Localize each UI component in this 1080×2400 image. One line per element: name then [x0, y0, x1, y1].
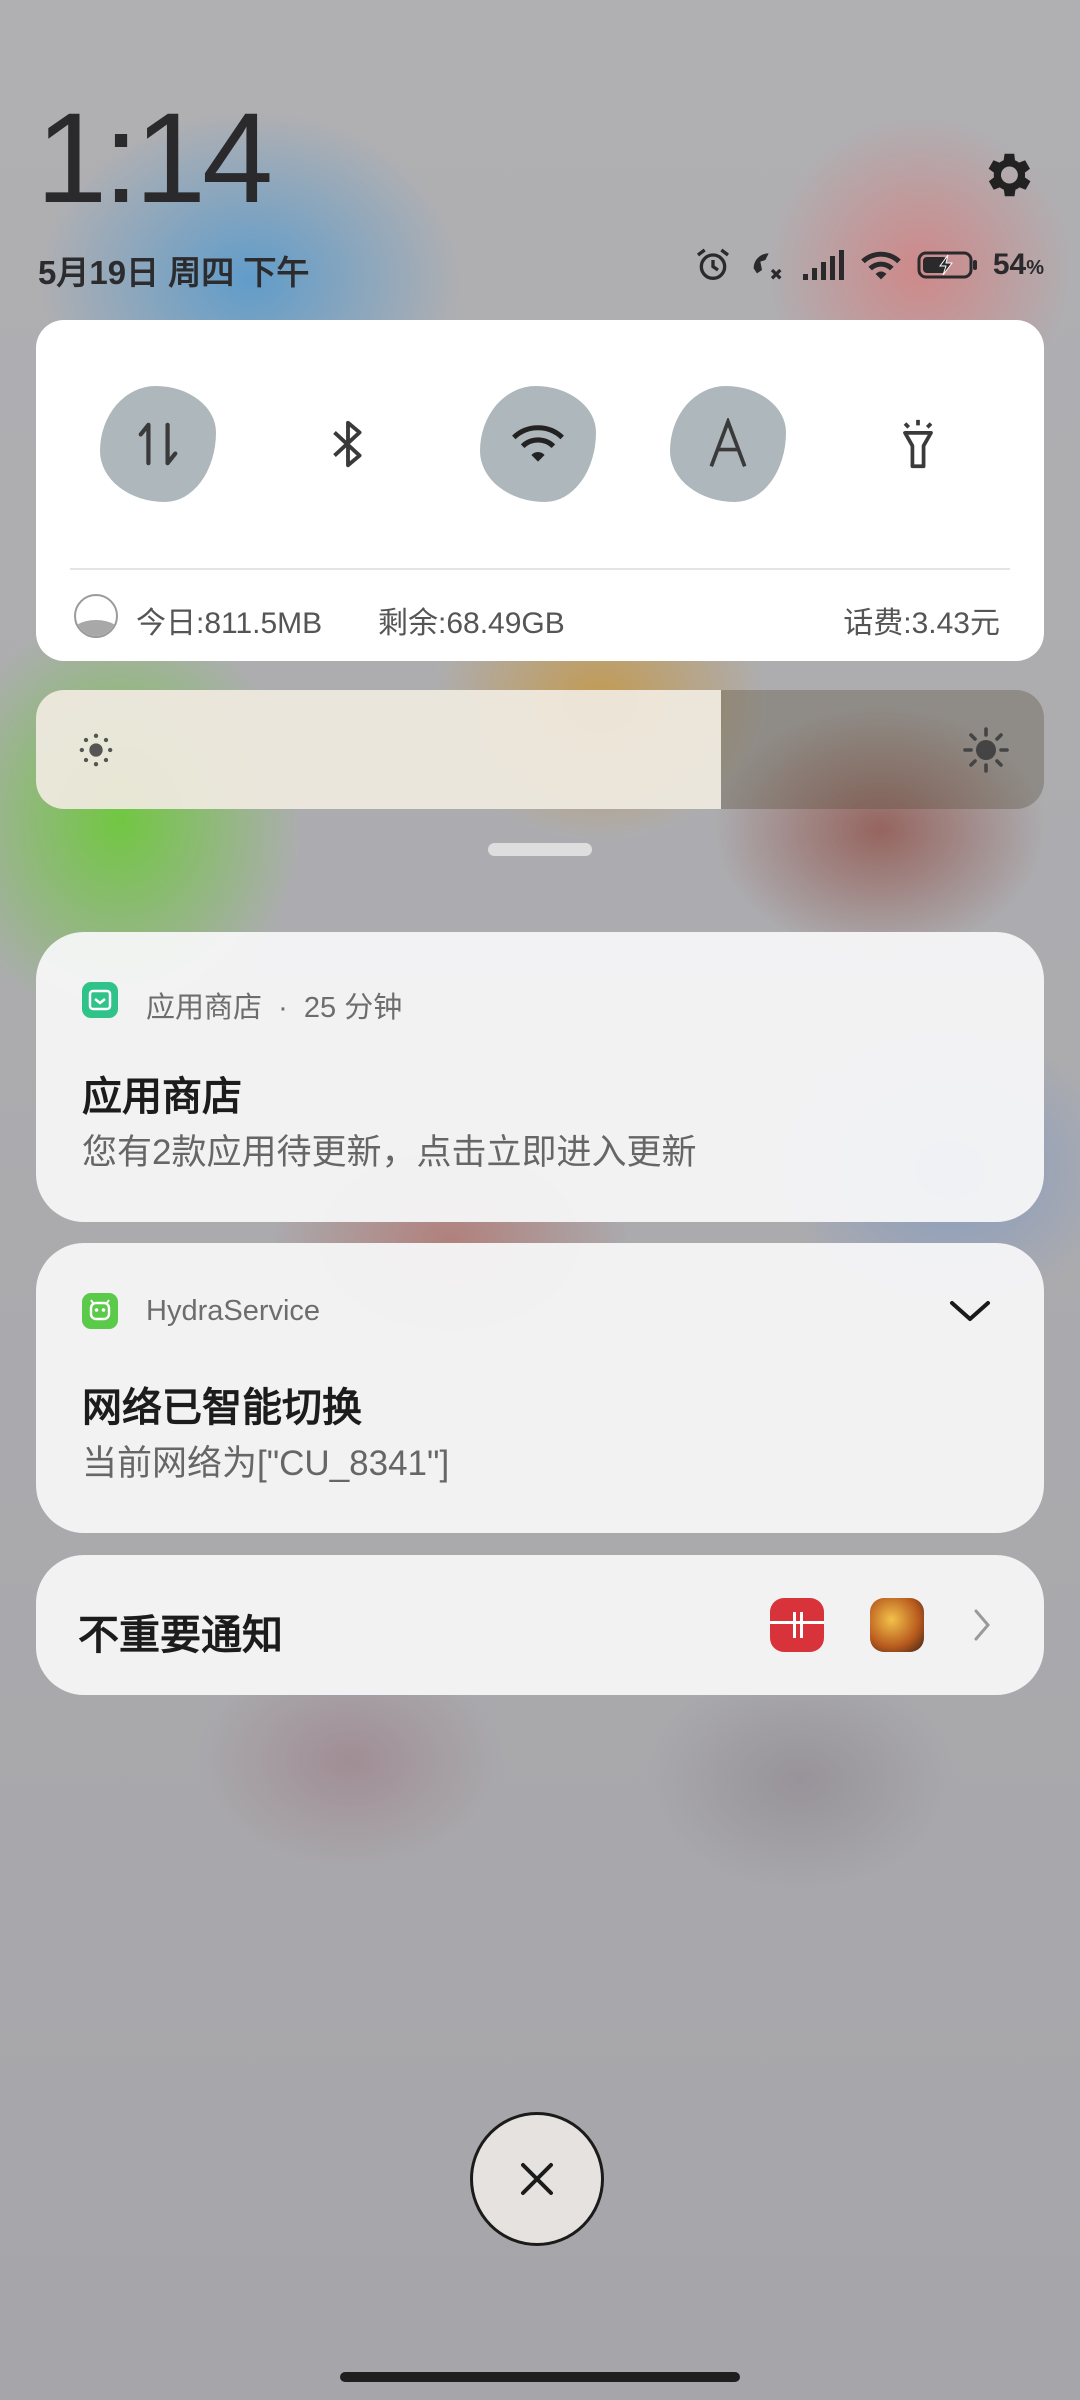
phone-balance[interactable]: 话费:3.43元 — [843, 598, 1000, 642]
clock: 1:14 — [36, 87, 273, 230]
data-usage-icon — [74, 594, 118, 638]
flashlight-toggle[interactable] — [860, 386, 976, 502]
app-store-icon — [82, 982, 118, 1018]
quick-settings-panel: 今日:811.5MB 剩余:68.49GB 话费:3.43元 — [36, 320, 1044, 661]
date-label: 5月19日 周四 下午 — [38, 254, 310, 291]
notification-app-store[interactable]: 应用商店 · 25 分钟 应用商店 您有2款应用待更新，点击立即进入更新 — [36, 932, 1044, 1222]
chevron-right-icon[interactable] — [972, 1607, 992, 1643]
game-app-icon — [870, 1598, 924, 1652]
data-remaining[interactable]: 剩余:68.49GB — [378, 598, 565, 642]
panel-drag-handle[interactable] — [488, 843, 592, 856]
mobile-data-toggle[interactable] — [100, 386, 216, 502]
notification-body: 当前网络为["CU_8341"] — [82, 1444, 450, 1483]
brightness-level — [36, 690, 722, 809]
brightness-high-icon — [963, 727, 1009, 773]
notification-title: 网络已智能切换 — [82, 1386, 362, 1430]
auto-brightness-toggle[interactable] — [670, 386, 786, 502]
notification-title: 应用商店 — [82, 1075, 242, 1119]
clear-all-button[interactable] — [470, 2112, 604, 2246]
bluetooth-toggle[interactable] — [290, 386, 406, 502]
notification-body: 您有2款应用待更新，点击立即进入更新 — [82, 1133, 697, 1172]
wifi-icon — [512, 425, 564, 462]
battery-charging-icon — [917, 251, 977, 279]
notification-hydra-service[interactable]: HydraService 网络已智能切换 当前网络为["CU_8341"] — [36, 1243, 1044, 1533]
settings-gear-icon[interactable] — [978, 146, 1036, 204]
missed-call-icon — [753, 253, 782, 280]
status-icons: 54% — [693, 242, 1044, 288]
alarm-icon — [696, 248, 729, 280]
notification-app-name: 应用商店 · 25 分钟 — [146, 992, 403, 1024]
battery-percent: 54% — [992, 248, 1044, 281]
unimportant-label: 不重要通知 — [78, 1612, 283, 1658]
close-icon — [521, 2163, 553, 2195]
chevron-down-icon[interactable] — [948, 1297, 992, 1325]
flashlight-icon — [903, 419, 933, 469]
unimportant-notifications[interactable]: 不重要通知 — [36, 1555, 1044, 1695]
mobile-data-icon — [138, 422, 178, 466]
wifi-toggle[interactable] — [480, 386, 596, 502]
auto-brightness-icon — [709, 418, 747, 467]
brightness-slider[interactable] — [36, 690, 1044, 809]
divider — [70, 568, 1010, 570]
data-today[interactable]: 今日:811.5MB — [136, 598, 322, 642]
brightness-low-icon — [79, 733, 113, 767]
red-app-icon — [770, 1598, 824, 1652]
home-indicator[interactable] — [340, 2372, 740, 2382]
notification-app-name: HydraService — [146, 1295, 321, 1327]
signal-icon — [802, 250, 844, 280]
hydra-service-icon — [82, 1293, 118, 1329]
bluetooth-icon — [333, 420, 362, 468]
wifi-status-icon — [861, 251, 901, 280]
